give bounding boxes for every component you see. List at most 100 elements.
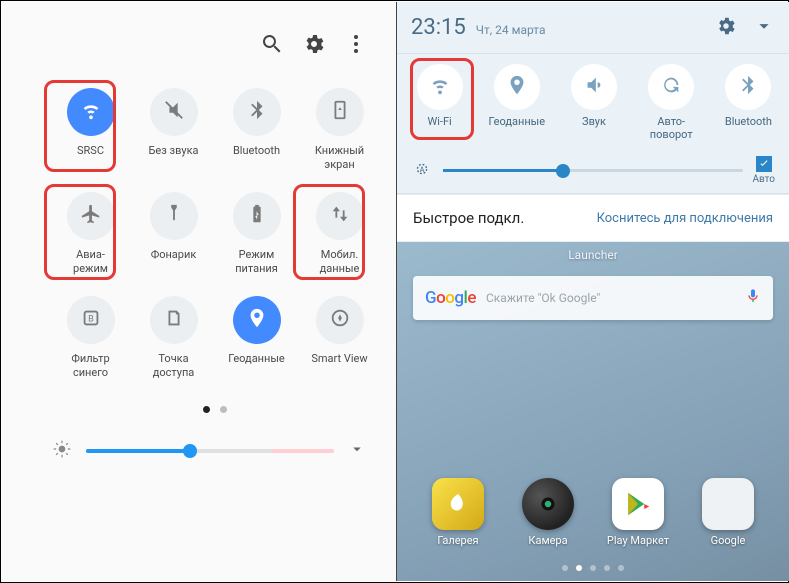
app-label: Google <box>711 534 746 547</box>
quick-toggles: Wi-Fi Геоданные Звук Авто- поворот Bluet… <box>397 54 789 148</box>
chevron-down-icon[interactable] <box>753 15 775 41</box>
bluetooth-icon <box>246 99 268 125</box>
page-indicator <box>52 406 378 413</box>
tile-location[interactable]: Геоданные <box>218 296 295 380</box>
tile-wifi[interactable]: SRSC <box>52 88 129 172</box>
auto-checkbox[interactable] <box>756 156 772 172</box>
svg-text:B: B <box>88 315 94 325</box>
tile-hotspot[interactable]: Точка доступа <box>135 296 212 380</box>
tile-bluetooth[interactable]: Bluetooth <box>218 88 295 172</box>
brightness-low-icon <box>52 439 72 463</box>
search-placeholder: Скажите "Ok Google" <box>486 291 735 305</box>
search-icon[interactable] <box>260 32 284 60</box>
bluetooth-icon <box>737 74 759 100</box>
brightness-slider[interactable] <box>443 169 743 172</box>
gear-icon[interactable] <box>715 15 737 41</box>
home-screen: Launcher Google Скажите "Ok Google" Гале… <box>397 242 789 581</box>
tile-label: Режим питания <box>235 248 278 276</box>
tile-smartview[interactable]: Smart View <box>301 296 378 380</box>
location-icon <box>246 307 268 333</box>
google-logo: Google <box>425 288 476 308</box>
more-icon[interactable] <box>344 32 368 60</box>
tile-label: Фонарик <box>151 248 197 276</box>
sound-icon <box>583 74 605 100</box>
clock: 23:15 Чт, 24 марта <box>411 15 546 40</box>
tile-label: Мобил. данные <box>320 248 360 276</box>
toggle-label: Геоданные <box>489 116 546 142</box>
rotate-icon <box>660 74 682 100</box>
tile-label: Фильтр синего <box>71 352 109 380</box>
panel-top-actions <box>52 32 378 60</box>
auto-brightness-icon[interactable]: A <box>411 158 433 184</box>
quick-connect-bar[interactable]: Быстрое подкл. Коснитесь для подключения <box>397 194 789 242</box>
launcher-label: Launcher <box>568 248 618 262</box>
flashlight-icon <box>163 203 185 229</box>
bluelight-icon: B <box>80 307 102 333</box>
status-bar: 23:15 Чт, 24 марта <box>397 2 789 54</box>
tile-label: Книжный экран <box>315 144 364 172</box>
page-dot[interactable] <box>604 565 610 571</box>
wifi-icon <box>80 99 102 125</box>
brightness-row: A Авто <box>397 148 789 194</box>
tile-flashlight[interactable]: Фонарик <box>135 192 212 276</box>
toggle-sound[interactable]: Звук <box>559 64 628 142</box>
mute-icon <box>163 99 185 125</box>
toggle-label: Bluetooth <box>725 116 772 142</box>
brightness-slider[interactable] <box>86 449 334 453</box>
home-page-indicator <box>562 565 624 571</box>
toggle-wifi[interactable]: Wi-Fi <box>405 64 474 142</box>
toggle-bluetooth[interactable]: Bluetooth <box>714 64 783 142</box>
app-google[interactable]: Google <box>692 478 764 547</box>
quick-settings-grid: SRSC Без звука Bluetooth Книжный экран <box>52 88 378 380</box>
app-playstore[interactable]: Play Маркет <box>602 478 674 547</box>
toggle-location[interactable]: Геоданные <box>482 64 551 142</box>
page-dot[interactable] <box>618 565 624 571</box>
toggle-label: Звук <box>582 116 606 142</box>
quick-connect-title: Быстрое подкл. <box>413 209 524 227</box>
tile-label: Bluetooth <box>233 144 280 172</box>
expand-icon[interactable] <box>348 440 366 462</box>
time-value: 23:15 <box>411 15 466 40</box>
tile-power[interactable]: Режим питания <box>218 192 295 276</box>
date-value: Чт, 24 марта <box>476 23 546 37</box>
page-dot[interactable] <box>203 406 210 413</box>
app-label: Галерея <box>437 534 478 547</box>
notification-panel: 23:15 Чт, 24 марта Wi-Fi Геоданные Звук <box>397 2 789 581</box>
tile-label: Авиа- режим <box>73 248 108 276</box>
tile-data[interactable]: Мобил. данные <box>301 192 378 276</box>
tile-portrait[interactable]: Книжный экран <box>301 88 378 172</box>
google-search-bar[interactable]: Google Скажите "Ok Google" <box>413 276 773 320</box>
toggle-rotate[interactable]: Авто- поворот <box>637 64 706 142</box>
portrait-icon <box>329 99 351 125</box>
tile-label: Без звука <box>148 144 198 172</box>
dock: Галерея Камера Play Маркет Google <box>397 478 789 547</box>
airplane-icon <box>80 203 102 229</box>
smartview-icon <box>329 307 351 333</box>
tile-airplane[interactable]: Авиа- режим <box>52 192 129 276</box>
hotspot-icon <box>163 307 185 333</box>
quick-settings-expanded: SRSC Без звука Bluetooth Книжный экран <box>2 2 396 581</box>
app-label: Камера <box>528 534 567 547</box>
tile-bluelight[interactable]: B Фильтр синего <box>52 296 129 380</box>
svg-text:A: A <box>420 164 425 173</box>
page-dot[interactable] <box>220 406 227 413</box>
tile-label: SRSC <box>77 144 104 172</box>
page-dot[interactable] <box>576 565 582 571</box>
gear-icon[interactable] <box>302 32 326 60</box>
tile-label: Геоданные <box>228 352 285 380</box>
app-camera[interactable]: Камера <box>512 478 584 547</box>
data-icon <box>329 203 351 229</box>
quick-connect-hint: Коснитесь для подключения <box>597 211 773 226</box>
battery-icon <box>246 203 268 229</box>
app-label: Play Маркет <box>607 534 669 547</box>
app-gallery[interactable]: Галерея <box>422 478 494 547</box>
wifi-icon <box>429 74 451 100</box>
page-dot[interactable] <box>590 565 596 571</box>
toggle-label: Авто- поворот <box>650 116 693 142</box>
tile-mute[interactable]: Без звука <box>135 88 212 172</box>
tile-label: Smart View <box>311 352 367 380</box>
tile-label: Точка доступа <box>153 352 195 380</box>
mic-icon[interactable] <box>745 288 761 308</box>
toggle-label: Wi-Fi <box>427 116 451 142</box>
page-dot[interactable] <box>562 565 568 571</box>
